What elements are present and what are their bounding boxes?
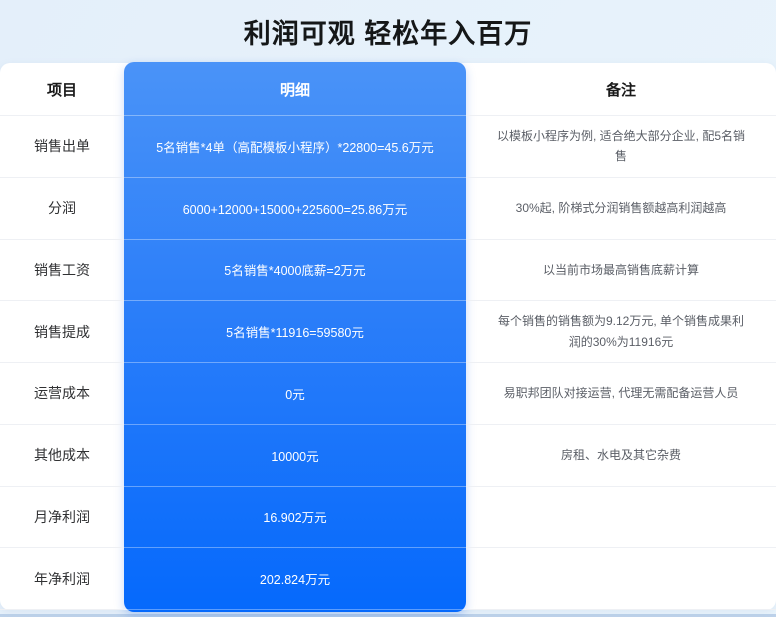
- row-note-text: 每个销售的销售额为9.12万元, 单个销售成果利润的30%为11916元: [466, 301, 776, 363]
- row-note-text: 以当前市场最高销售底薪计算: [466, 240, 776, 302]
- row-note-text: 房租、水电及其它杂费: [466, 425, 776, 487]
- row-detail-value: 5名销售*4单（高配模板小程序）*22800=45.6万元: [124, 116, 466, 178]
- row-detail-value: 6000+12000+15000+225600=25.86万元: [124, 178, 466, 240]
- row-item-label: 其他成本: [0, 425, 124, 487]
- row-detail-value: 202.824万元: [124, 548, 466, 610]
- row-detail-value: 10000元: [124, 425, 466, 487]
- row-note-text: 易职邦团队对接运营, 代理无需配备运营人员: [466, 363, 776, 425]
- row-item-label: 分润: [0, 178, 124, 240]
- row-note-text: [466, 487, 776, 549]
- row-item-label: 销售出单: [0, 116, 124, 178]
- row-item-label: 年净利润: [0, 548, 124, 610]
- row-note-text: 30%起, 阶梯式分润销售额越高利润越高: [466, 178, 776, 240]
- row-detail-value: 5名销售*4000底薪=2万元: [124, 240, 466, 302]
- row-note-text: 以模板小程序为例, 适合绝大部分企业, 配5名销售: [466, 116, 776, 178]
- profit-table: 项目 明细 备注 销售出单 5名销售*4单（高配模板小程序）*22800=45.…: [0, 63, 776, 610]
- row-item-label: 月净利润: [0, 487, 124, 549]
- column-header-note: 备注: [466, 63, 776, 116]
- row-detail-value: 16.902万元: [124, 487, 466, 549]
- column-header-detail: 明细: [124, 63, 466, 116]
- row-item-label: 运营成本: [0, 363, 124, 425]
- row-item-label: 销售提成: [0, 301, 124, 363]
- row-note-text: [466, 548, 776, 610]
- column-header-item: 项目: [0, 63, 124, 116]
- row-detail-value: 5名销售*11916=59580元: [124, 301, 466, 363]
- page-title: 利润可观 轻松年入百万: [0, 0, 776, 62]
- row-detail-value: 0元: [124, 363, 466, 425]
- row-item-label: 销售工资: [0, 240, 124, 302]
